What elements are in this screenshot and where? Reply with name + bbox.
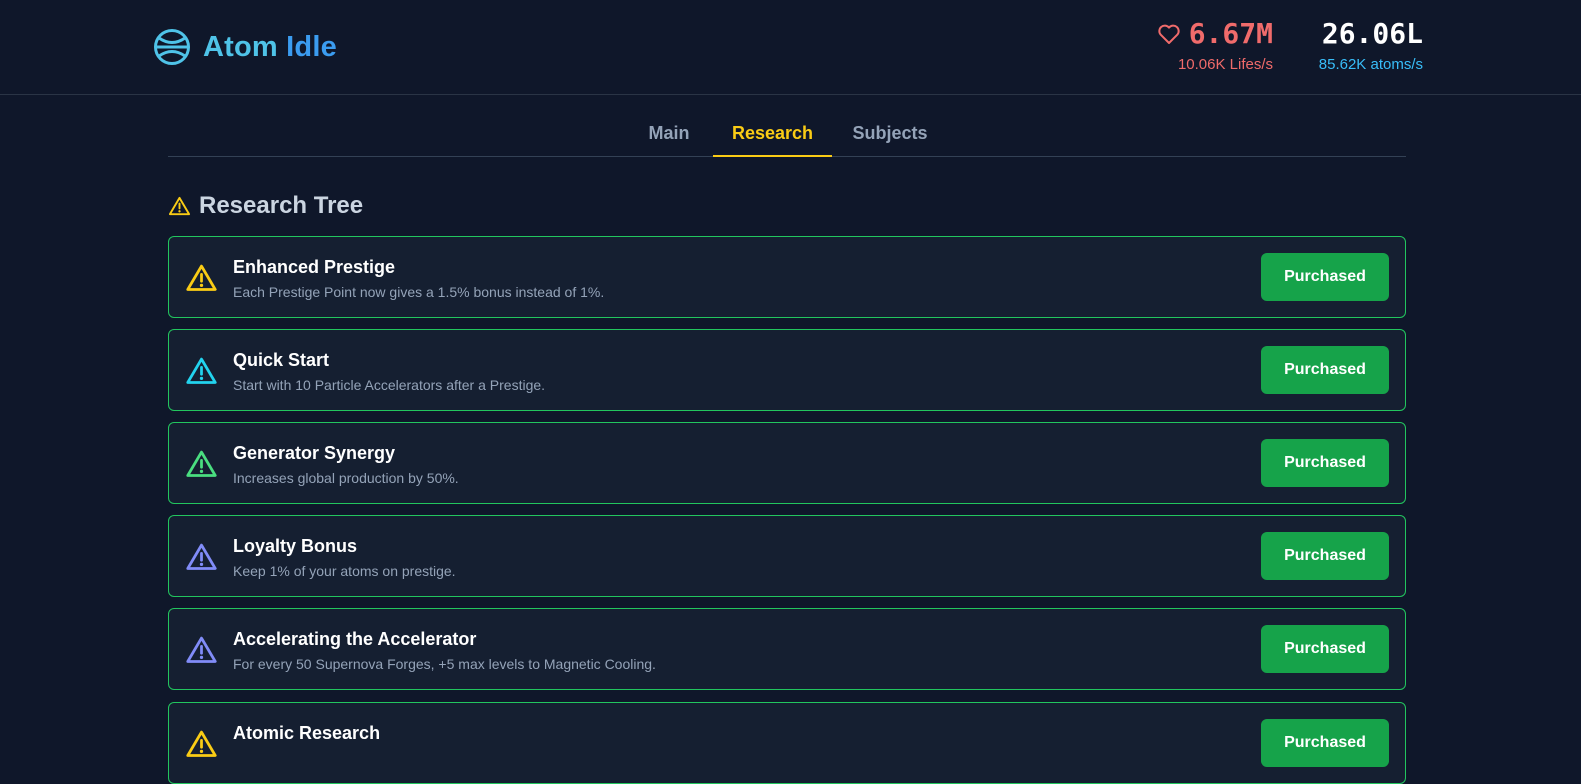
research-item: Atomic Research Purchased [168, 702, 1406, 784]
research-item: Quick Start Start with 10 Particle Accel… [168, 329, 1406, 411]
research-item: Enhanced Prestige Each Prestige Point no… [168, 236, 1406, 318]
research-item: Generator Synergy Increases global produ… [168, 422, 1406, 504]
purchased-button[interactable]: Purchased [1261, 439, 1389, 487]
warning-icon [186, 264, 217, 291]
atom-icon [154, 29, 190, 65]
research-description: Start with 10 Particle Accelerators afte… [233, 377, 546, 393]
purchased-button[interactable]: Purchased [1261, 253, 1389, 301]
research-item: Loyalty Bonus Keep 1% of your atoms on p… [168, 515, 1406, 597]
research-description: Increases global production by 50%. [233, 470, 459, 486]
heart-icon [1158, 24, 1180, 44]
purchased-button[interactable]: Purchased [1261, 532, 1389, 580]
warning-icon [186, 636, 217, 663]
research-title: Generator Synergy [233, 443, 396, 463]
lives-rate: 10.06K Lifes/s [1177, 56, 1273, 73]
atoms-rate: 85.62K atoms/s [1318, 56, 1423, 73]
tab-research[interactable]: Research [713, 112, 832, 157]
tab-bar: Main Research Subjects [168, 112, 1406, 157]
purchased-button[interactable]: Purchased [1261, 346, 1389, 394]
warning-icon [186, 543, 217, 570]
app-title-part2: Idle [286, 30, 337, 63]
atoms-value: 26.06L [1321, 17, 1423, 50]
lives-stat: 6.67M 10.06K Lifes/s [1157, 16, 1273, 73]
research-title: Enhanced Prestige [233, 257, 396, 277]
purchased-button[interactable]: Purchased [1261, 625, 1389, 673]
research-description: Each Prestige Point now gives a 1.5% bon… [233, 284, 605, 300]
research-title: Loyalty Bonus [233, 536, 358, 556]
app-header: Atom Idle 6.67M 10.06K Lifes/s 26.06L 85… [0, 0, 1581, 95]
research-description: Keep 1% of your atoms on prestige. [233, 563, 456, 579]
section-heading: Research Tree [168, 190, 363, 222]
warning-icon [186, 357, 217, 384]
research-title: Accelerating the Accelerator [233, 629, 477, 649]
lives-value: 6.67M [1188, 17, 1273, 50]
warning-icon [186, 730, 217, 757]
tab-main[interactable]: Main [626, 112, 712, 157]
app-title-part1: Atom [203, 30, 278, 63]
research-item: Accelerating the Accelerator For every 5… [168, 608, 1406, 690]
section-title: Research Tree [199, 192, 364, 219]
purchased-button[interactable]: Purchased [1261, 719, 1389, 767]
warning-icon [168, 196, 191, 215]
brand: Atom Idle [153, 27, 337, 67]
app-title: Atom Idle [203, 31, 337, 64]
research-title: Quick Start [233, 350, 330, 370]
warning-icon [186, 450, 217, 477]
atoms-stat: 26.06L 85.62K atoms/s [1319, 16, 1423, 73]
research-description: For every 50 Supernova Forges, +5 max le… [233, 656, 656, 672]
tab-subjects[interactable]: Subjects [833, 112, 947, 157]
